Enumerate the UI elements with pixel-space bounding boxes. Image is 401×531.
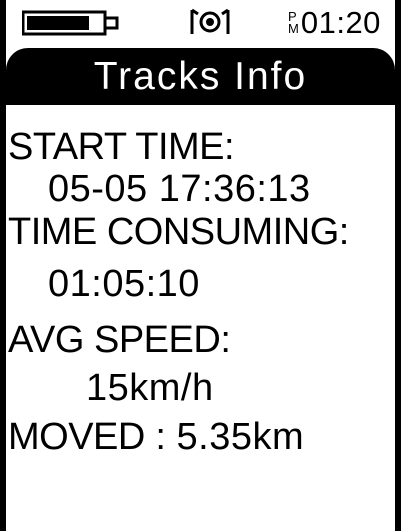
avg-speed-colon: :: [220, 319, 231, 361]
time-consuming-value: 01:05:10: [48, 263, 200, 305]
ampm-bottom: M: [288, 21, 299, 36]
title-bar: Tracks Info: [6, 48, 395, 105]
start-time-label: START TIME: [8, 126, 225, 168]
start-time-colon: :: [224, 126, 235, 168]
time-consuming-label: TIME CONSUMING: [8, 211, 339, 253]
avg-speed-value-row: 15km/h: [86, 366, 214, 410]
moved-label: MOVED: [8, 416, 145, 458]
status-bar: P M 01:20: [12, 0, 401, 48]
avg-speed-label: AVG SPEED: [8, 319, 221, 361]
moved-row: MOVED : 5.35km: [8, 415, 304, 459]
moved-value: 5.35km: [176, 416, 305, 458]
moved-colon: :: [155, 416, 166, 458]
start-time-value: 05-05 17:36:13: [48, 168, 311, 210]
avg-speed-label-row: AVG SPEED:: [8, 318, 231, 362]
time-consuming-label-row: TIME CONSUMING:: [8, 210, 349, 254]
start-time-label-row: START TIME:: [8, 125, 235, 169]
page-title: Tracks Info: [93, 55, 308, 98]
avg-speed-value: 15km/h: [86, 367, 214, 409]
gps-signal-icon: [190, 8, 230, 34]
time-consuming-value-row: 01:05:10: [48, 262, 200, 306]
start-time-value-row: 05-05 17:36:13: [48, 167, 311, 211]
time-consuming-colon: :: [338, 211, 350, 253]
clock-time: 01:20: [300, 5, 381, 40]
ampm-indicator: P M: [288, 10, 299, 36]
status-clock: P M 01:20: [288, 3, 381, 43]
battery-icon: [22, 10, 119, 36]
device-screen: P M 01:20 Tracks Info START TIME: 05-05 …: [0, 0, 401, 531]
